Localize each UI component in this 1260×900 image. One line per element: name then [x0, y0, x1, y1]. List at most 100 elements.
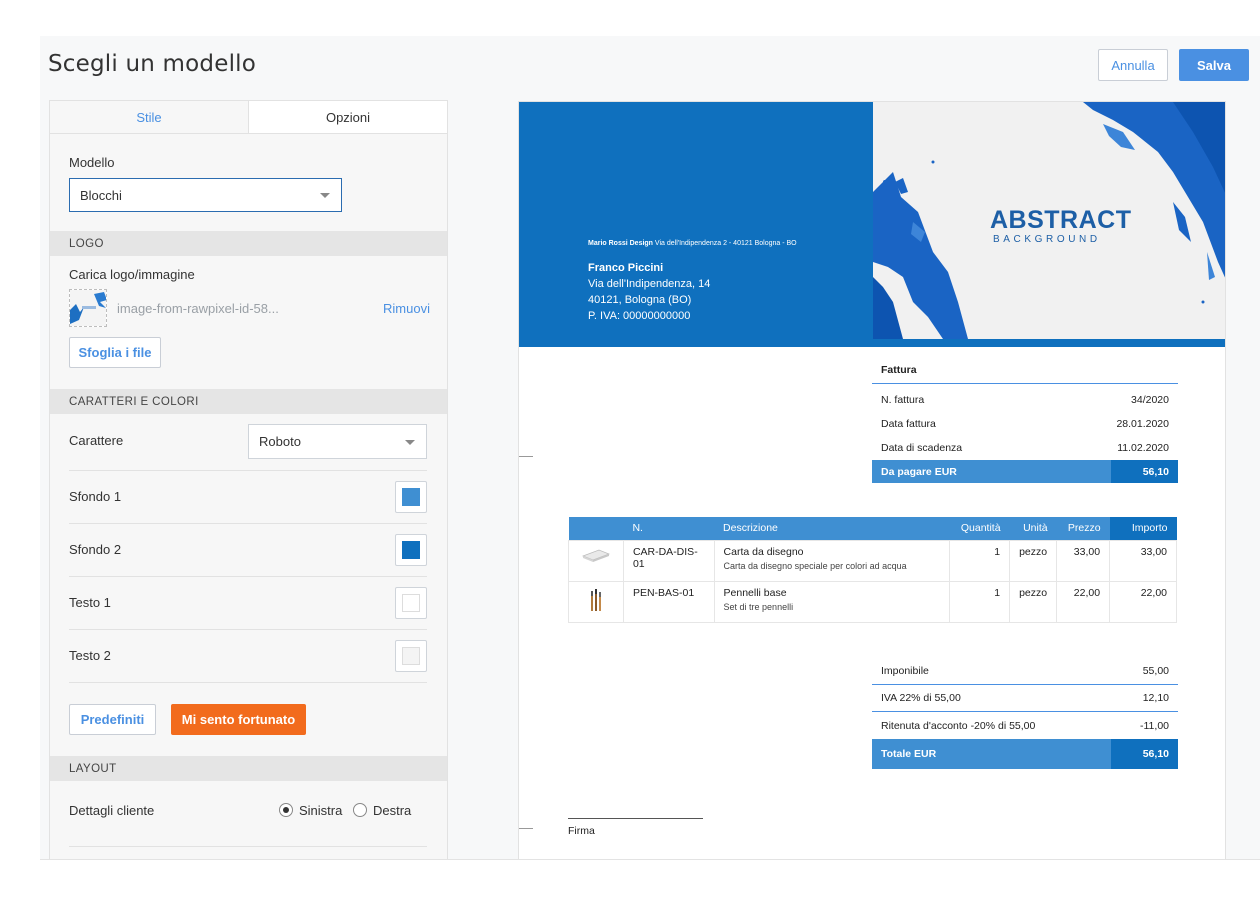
color-swatch-sfondo1[interactable]: [395, 481, 427, 513]
color-swatch-testo2[interactable]: [395, 640, 427, 672]
cancel-button[interactable]: Annulla: [1098, 49, 1168, 81]
meta-value: 11.02.2020: [1117, 442, 1169, 454]
tab-stile[interactable]: Stile: [50, 101, 248, 133]
item-unit: pezzo: [1009, 539, 1058, 582]
item-amount: 22,00: [1109, 580, 1177, 623]
amount-due-label: Da pagare EUR: [881, 465, 957, 478]
page-title: Scegli un modello: [48, 51, 257, 77]
client-details-label: Dettagli cliente: [69, 803, 155, 818]
item-detail: Carta da disegno speciale per colori ad …: [723, 560, 907, 571]
amount-due-row: Da pagare EUR 56,10: [872, 460, 1178, 483]
section-fonts-colors: CARATTERI E COLORI: [50, 389, 447, 414]
color-label-sfondo2: Sfondo 2: [69, 542, 122, 557]
color-label-sfondo1: Sfondo 1: [69, 489, 122, 504]
meta-row: N. fattura 34/2020: [872, 388, 1178, 412]
client-vat: P. IVA: 00000000000: [588, 310, 691, 322]
signature-label: Firma: [568, 825, 595, 837]
item-amount: 33,00: [1109, 539, 1177, 582]
section-layout: LAYOUT: [50, 756, 447, 781]
remove-logo-link[interactable]: Rimuovi: [383, 301, 430, 316]
totals-label: Ritenuta d'acconto -20% di 55,00: [881, 719, 1036, 732]
banner-subtitle: BACKGROUND: [993, 234, 1101, 245]
radio-destra[interactable]: [353, 803, 367, 817]
header-strip: [873, 339, 1225, 347]
font-label: Carattere: [69, 433, 124, 448]
column-header: Descrizione: [714, 517, 950, 540]
invoice-info: Fattura N. fattura 34/2020 Data fattura …: [872, 357, 1178, 483]
table-row: PEN-BAS-01 Pennelli base Set di tre penn…: [568, 580, 1177, 623]
color-swatch-testo1[interactable]: [395, 587, 427, 619]
item-detail: Set di tre pennelli: [723, 601, 794, 612]
divider: [69, 682, 427, 683]
totals-row: Imponibile 55,00: [872, 658, 1178, 685]
header-logo-image: ABSTRACT BACKGROUND: [873, 102, 1225, 339]
item-qty: 1: [949, 539, 1011, 582]
product-image: [568, 539, 624, 582]
item-code: CAR-DA-DIS-01: [622, 539, 715, 582]
lucky-button[interactable]: Mi sento fortunato: [171, 704, 306, 735]
font-select[interactable]: Roboto: [248, 424, 427, 459]
client-name: Franco Piccini: [588, 262, 664, 274]
client-street: Via dell'Indipendenza, 14: [588, 278, 711, 290]
items-table: N. Descrizione Quantità Unità Prezzo Imp…: [568, 517, 1177, 623]
radio-sinistra[interactable]: [279, 803, 293, 817]
meta-value: 34/2020: [1131, 394, 1169, 406]
item-unit: pezzo: [1009, 580, 1058, 623]
table-header: N. Descrizione Quantità Unità Prezzo Imp…: [568, 517, 1177, 540]
section-logo: LOGO: [50, 231, 447, 256]
fold-mark: [519, 456, 533, 457]
divider: [69, 576, 427, 577]
logo-filename: image-from-rawpixel-id-58...: [117, 301, 279, 316]
divider: [69, 846, 427, 847]
tab-bar: Stile Opzioni: [50, 101, 447, 134]
grand-total-label: Totale EUR: [881, 748, 937, 760]
column-header: N.: [623, 517, 715, 540]
client-details: Franco Piccini Via dell'Indipendenza, 14…: [588, 260, 710, 324]
product-image: [568, 580, 624, 623]
item-description: Carta da disegno Carta da disegno specia…: [713, 539, 951, 582]
grand-total-row: Totale EUR 56,10: [872, 739, 1178, 769]
modello-select[interactable]: Blocchi: [69, 178, 342, 212]
banner-title: ABSTRACT: [990, 206, 1132, 234]
sender-line: Mario Rossi Design Via dell'Indipendenza…: [588, 240, 797, 247]
meta-value: 28.01.2020: [1116, 418, 1169, 430]
column-header: Prezzo: [1056, 517, 1110, 540]
color-label-testo2: Testo 2: [69, 648, 111, 663]
radio-sinistra-label: Sinistra: [299, 803, 343, 818]
totals-value: 12,10: [1142, 692, 1169, 704]
divider: [69, 629, 427, 630]
meta-label: Data fattura: [881, 418, 936, 430]
logo-thumbnail: [69, 289, 107, 327]
sender-address: Via dell'Indipendenza 2 - 40121 Bologna …: [654, 240, 797, 247]
save-button[interactable]: Salva: [1179, 49, 1249, 81]
settings-panel: Stile Opzioni Modello Blocchi LOGO Caric…: [49, 100, 448, 859]
browse-files-button[interactable]: Sfoglia i file: [69, 337, 161, 368]
doc-title: Fattura: [872, 357, 1178, 384]
chevron-down-icon: [320, 193, 330, 198]
column-header: Unità: [1009, 517, 1057, 540]
meta-label: N. fattura: [881, 394, 925, 406]
totals-label: Imponibile: [881, 665, 929, 677]
totals-label: IVA 22% di 55,00: [881, 692, 961, 704]
totals-value: -11,00: [1140, 719, 1169, 732]
chevron-down-icon: [405, 439, 415, 445]
tab-opzioni[interactable]: Opzioni: [248, 101, 447, 133]
fold-mark: [519, 828, 533, 829]
defaults-button[interactable]: Predefiniti: [69, 704, 156, 735]
item-name: Carta da disegno: [723, 545, 804, 558]
signature-line: [568, 818, 703, 819]
modello-value: Blocchi: [80, 187, 122, 203]
sender-name: Mario Rossi Design: [588, 240, 653, 247]
item-description: Pennelli base Set di tre pennelli: [713, 580, 951, 623]
item-name: Pennelli base: [723, 586, 787, 599]
item-price: 22,00: [1056, 580, 1111, 623]
item-qty: 1: [949, 580, 1011, 623]
invoice-preview: Mario Rossi Design Via dell'Indipendenza…: [518, 101, 1226, 859]
grand-total-value: 56,10: [1111, 739, 1178, 769]
meta-row: Data fattura 28.01.2020: [872, 412, 1178, 436]
amount-due-value: 56,10: [1111, 460, 1178, 483]
meta-row: Data di scadenza 11.02.2020: [872, 436, 1178, 460]
color-swatch-sfondo2[interactable]: [395, 534, 427, 566]
client-city: 40121, Bologna (BO): [588, 294, 692, 306]
column-header-image: [568, 517, 624, 540]
